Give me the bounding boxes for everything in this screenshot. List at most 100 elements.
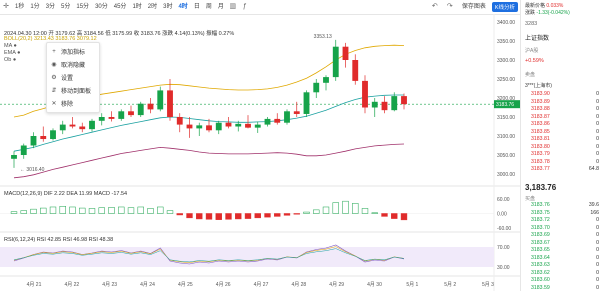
candle-body [226, 123, 232, 127]
price-tick: 3250.00 [497, 77, 515, 83]
order-row[interactable]: 3183.780 [521, 159, 600, 167]
order-volume: 0 [596, 121, 599, 129]
timeframe-9[interactable]: 3时 [160, 2, 175, 12]
timeframe-6[interactable]: 45分 [111, 2, 130, 12]
macd-bar [265, 214, 271, 218]
candle-body [148, 104, 154, 110]
redo-icon[interactable]: ↷ [446, 3, 454, 11]
macd-bar [40, 208, 46, 213]
price-tick: 3300.00 [497, 58, 515, 64]
candle-body [343, 47, 349, 60]
order-price: 3183.80 [531, 144, 550, 152]
macd-bar [21, 211, 27, 214]
timeframe-4[interactable]: 15分 [73, 2, 92, 12]
timeframe-10[interactable]: 4时 [175, 2, 190, 12]
menu-item-2[interactable]: ⚙设置 [47, 71, 99, 84]
save-chart-button[interactable]: 保存图表 [459, 2, 489, 12]
macd-bar [99, 208, 105, 214]
macd-bar [304, 212, 310, 213]
order-row[interactable]: 3183.720 [521, 217, 600, 225]
timeframe-13[interactable]: 月 [215, 2, 227, 12]
candle-body [187, 125, 193, 129]
order-row[interactable]: 3183.630 [521, 262, 600, 270]
menu-item-1[interactable]: ◉ 取消隐藏 [47, 58, 99, 71]
order-row[interactable]: 3183.870 [521, 114, 600, 122]
timeframe-0[interactable]: 1秒 [12, 2, 27, 12]
panel-title[interactable]: 上证指数 [525, 33, 549, 42]
macd-bar [401, 214, 407, 220]
date-tick: 5月 1 [406, 282, 418, 288]
order-row[interactable]: 3183.7764.8 [521, 166, 600, 174]
candle-body [352, 60, 358, 81]
eye-icon: ◉ [51, 62, 57, 68]
macd-bar [79, 208, 85, 213]
menu-item-0[interactable]: +添加指标 [47, 45, 99, 58]
candle-body [274, 119, 280, 123]
order-row[interactable]: 3183.810 [521, 136, 600, 144]
timeframe-2[interactable]: 3分 [43, 2, 58, 12]
undo-icon[interactable]: ↶ [431, 3, 439, 11]
order-row[interactable]: 3183.670 [521, 240, 600, 248]
macd-bar [177, 214, 183, 215]
indicator-icon[interactable]: ƒ [241, 3, 249, 11]
order-row[interactable]: 3183.690 [521, 232, 600, 240]
order-row[interactable]: 3183.850 [521, 129, 600, 137]
order-price: 3183.64 [531, 255, 550, 263]
rsi-legend: RSI(6,12,24) RSI 42.85 RSI 46.98 RSI 48.… [4, 237, 113, 243]
high-marker: 3353.13 [314, 34, 332, 40]
order-row[interactable]: 3183.790 [521, 151, 600, 159]
crosshair-icon[interactable]: ✛ [2, 3, 10, 11]
order-row[interactable]: 3183.640 [521, 255, 600, 263]
timeframe-5[interactable]: 30分 [92, 2, 111, 12]
candle-body [362, 81, 368, 108]
order-price: 3183.65 [531, 247, 550, 255]
timeframe-8[interactable]: 2时 [145, 2, 160, 12]
macd-bar [196, 214, 202, 219]
order-row[interactable]: 3183.800 [521, 144, 600, 152]
order-row[interactable]: 3183.890 [521, 99, 600, 107]
candle-body [323, 77, 329, 83]
timeframe-11[interactable]: 日 [191, 2, 203, 12]
order-row[interactable]: 3183.75166 [521, 210, 600, 218]
candle-body [70, 125, 76, 127]
macd-bar [128, 208, 134, 214]
order-row[interactable]: 3183.600 [521, 277, 600, 285]
order-row[interactable]: 3183.700 [521, 225, 600, 233]
panel-ticker: 3283 [525, 21, 537, 27]
menu-item-label: 移除 [61, 99, 73, 108]
order-row[interactable]: 3183.86 0 [521, 121, 600, 129]
candle-body [40, 136, 46, 139]
order-row[interactable]: 3183.900 [521, 91, 600, 99]
timeframe-7[interactable]: 1时 [129, 2, 144, 12]
candle-body [245, 124, 251, 128]
kline-badge[interactable]: K线分析 [492, 2, 518, 12]
candle-body [216, 123, 222, 131]
timeframe-12[interactable]: 周 [203, 2, 215, 12]
order-row[interactable]: 3183.880 [521, 106, 600, 114]
candle-type-icon[interactable]: ▥ [229, 3, 237, 11]
macd-bar [118, 207, 124, 214]
candle-body [99, 117, 105, 121]
order-volume: 0 [596, 151, 599, 159]
macd-bar [284, 214, 290, 216]
timeframe-list: 1秒1分3分5分15分30分45分1时2时3时4时日周月 [12, 2, 227, 12]
indicator-context-menu: +添加指标 ◉ 取消隐藏 ⚙设置⇵移动到面板✕移除 [46, 42, 100, 113]
ma-legend-2: EMA ● [4, 50, 20, 56]
macd-bar [206, 214, 212, 220]
timeframe-3[interactable]: 5分 [58, 2, 73, 12]
order-volume: 0 [596, 262, 599, 270]
candle-body [294, 111, 300, 114]
order-row[interactable]: 3183.650 [521, 247, 600, 255]
candle-body [31, 136, 37, 146]
order-price: 3183.77 [531, 166, 550, 174]
menu-item-4[interactable]: ✕移除 [47, 97, 99, 110]
date-tick: 4月 30 [367, 282, 382, 288]
menu-item-3[interactable]: ⇵移动到面板 [47, 84, 99, 97]
candle-body [284, 111, 290, 122]
order-row[interactable]: 3183.620 [521, 270, 600, 278]
timeframe-1[interactable]: 1分 [27, 2, 42, 12]
order-row[interactable]: 3183.7639.6 [521, 202, 600, 210]
price-tag: 3183.76 [496, 102, 514, 108]
order-price: 3183.86 [531, 121, 550, 129]
menu-item-label: 取消隐藏 [61, 60, 85, 69]
